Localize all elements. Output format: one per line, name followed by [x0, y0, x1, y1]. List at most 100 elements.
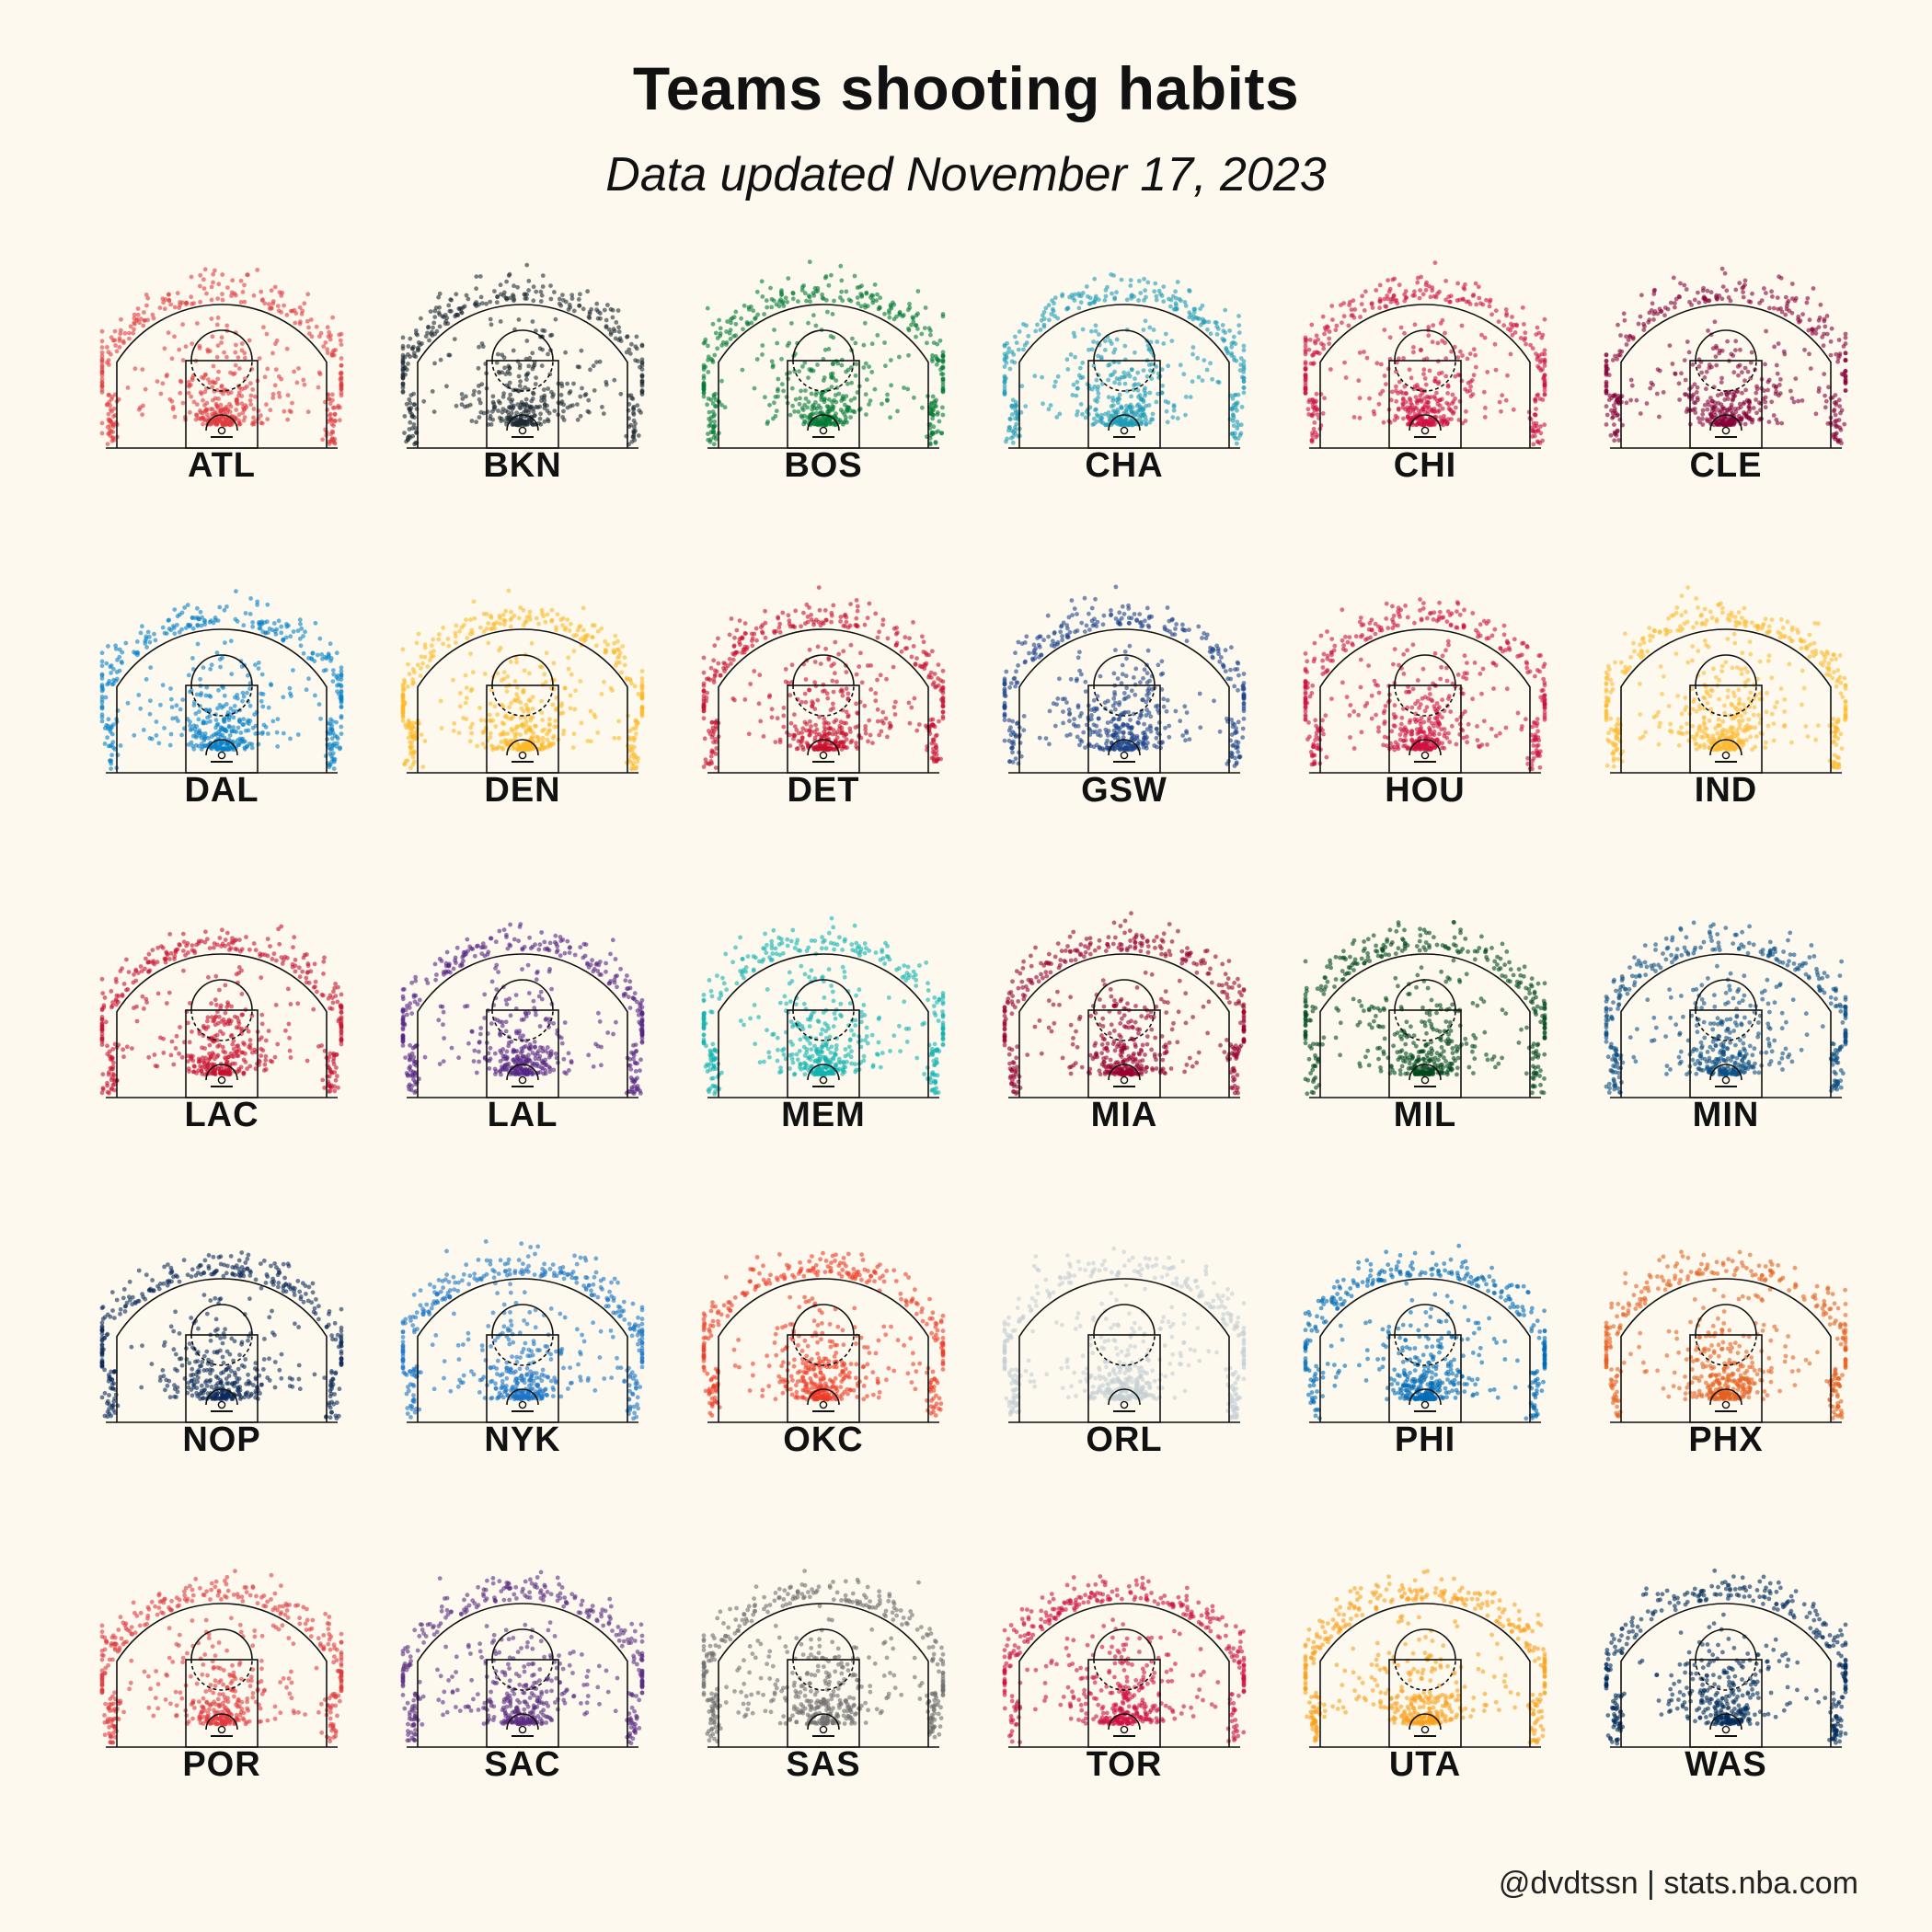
shot-dot	[111, 666, 116, 672]
shot-dot	[830, 399, 834, 405]
shot-dot	[1493, 308, 1499, 314]
shot-dot	[185, 603, 190, 607]
shot-dot	[325, 408, 330, 412]
shot-dot	[546, 419, 551, 424]
shot-dot	[172, 334, 177, 339]
shot-dot	[410, 762, 416, 767]
shot-dot	[1230, 419, 1236, 423]
shot-dot	[409, 734, 415, 740]
shot-dot	[136, 693, 142, 697]
shot-dot	[1789, 310, 1795, 316]
shot-dot	[289, 694, 293, 698]
shot-dot	[845, 381, 850, 386]
shot-dot	[138, 405, 143, 410]
shot-dot	[231, 372, 236, 377]
shot-dot	[639, 712, 645, 717]
shot-dot	[627, 351, 633, 356]
shot-dot	[295, 628, 301, 633]
shot-dot	[715, 336, 720, 340]
shot-dot	[554, 625, 558, 630]
shot-dot	[225, 710, 231, 715]
shot-dot	[454, 623, 459, 628]
shot-dot	[1501, 323, 1507, 328]
shot-dot	[840, 396, 845, 401]
shot-dot	[236, 421, 242, 427]
shot-dot	[233, 616, 238, 622]
shot-dot	[180, 697, 186, 702]
shot-dot	[154, 733, 159, 738]
shot-dot	[1542, 316, 1547, 322]
shot-dot	[612, 377, 617, 383]
shot-dot	[542, 727, 547, 732]
shot-dot	[1510, 332, 1515, 338]
shot-dot	[99, 431, 105, 436]
shot-dot	[406, 344, 411, 349]
shot-dot	[144, 645, 149, 650]
shot-dot	[1017, 329, 1022, 334]
shot-dot	[119, 328, 123, 333]
shot-dot	[1121, 370, 1126, 375]
shot-dot	[1775, 420, 1780, 426]
shot-dot	[1192, 306, 1198, 312]
shot-dot	[1387, 286, 1393, 292]
shot-dot	[1709, 398, 1715, 404]
shot-dot	[233, 362, 238, 368]
shot-dot	[219, 385, 224, 389]
shot-dot	[531, 298, 536, 304]
shot-dot	[1443, 330, 1447, 336]
shot-dot	[219, 335, 224, 340]
shot-dot	[1807, 317, 1812, 323]
shot-dot	[329, 728, 335, 732]
shot-dot	[113, 343, 118, 348]
shot-dot	[339, 362, 344, 368]
shot-dot	[531, 730, 535, 736]
shot-dot	[486, 621, 491, 626]
shot-dot	[1387, 335, 1393, 340]
shot-dot	[1431, 323, 1436, 328]
shot-dot	[844, 394, 849, 398]
shot-dot	[639, 342, 645, 348]
shot-dot	[1129, 293, 1134, 299]
shot-dot	[753, 316, 757, 321]
shot-dot	[279, 630, 284, 636]
shot-dot	[501, 721, 507, 727]
shot-dot	[307, 331, 312, 336]
shot-dot	[1455, 298, 1460, 303]
shot-dot	[853, 340, 858, 346]
shot-dot	[400, 647, 406, 652]
shot-dot	[1236, 314, 1241, 318]
shot-dot	[400, 389, 406, 394]
shot-dot	[1638, 314, 1643, 319]
shot-dot	[1362, 350, 1366, 354]
shot-dot	[1396, 391, 1400, 396]
shot-dot	[1374, 361, 1380, 366]
shot-dot	[625, 334, 630, 339]
shot-dot	[511, 405, 516, 410]
team-label: ATL	[187, 446, 257, 485]
shot-dot	[512, 283, 516, 289]
shot-dot	[1046, 407, 1052, 412]
shot-dot	[1155, 339, 1160, 344]
shot-dot	[297, 305, 303, 310]
shot-dot	[568, 706, 573, 711]
shot-dot	[579, 720, 584, 726]
shot-dot	[1822, 318, 1827, 324]
shot-dot	[1538, 424, 1543, 429]
shot-dot	[1102, 348, 1108, 352]
shot-dot	[338, 376, 343, 382]
shot-dot	[1147, 390, 1153, 396]
shot-dot	[1133, 376, 1137, 381]
shot-dot	[1542, 392, 1547, 397]
shot-dot	[1002, 351, 1007, 357]
shot-dot	[608, 685, 614, 691]
shot-dot	[902, 385, 906, 390]
shot-dot	[474, 300, 479, 305]
shot-dot	[1224, 347, 1229, 351]
shot-dot	[1535, 393, 1539, 398]
shot-dot	[1798, 318, 1803, 323]
shot-dot	[940, 412, 946, 418]
shot-dot	[819, 397, 824, 402]
shot-dot	[127, 336, 132, 341]
shot-dot	[613, 336, 618, 341]
shot-dot	[804, 298, 809, 304]
